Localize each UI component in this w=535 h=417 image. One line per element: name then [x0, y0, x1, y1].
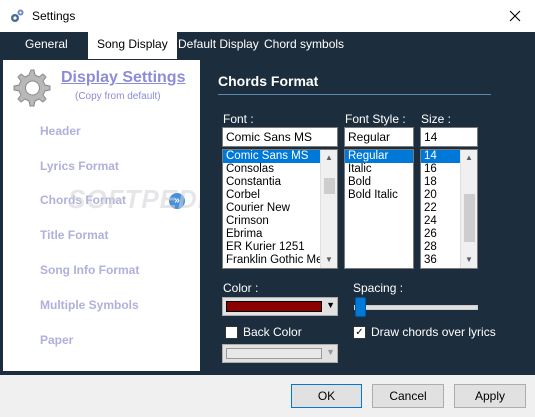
panel-title: Chords Format [218, 73, 319, 89]
scroll-up-icon[interactable]: ▲ [321, 150, 337, 166]
copy-from-default-link[interactable]: (Copy from default) [75, 91, 161, 102]
sidebar-item-chords-format[interactable]: Chords Format [40, 193, 126, 207]
settings-gear-icon [9, 8, 25, 24]
tab-song-display[interactable]: Song Display [88, 32, 177, 59]
spacing-slider-thumb[interactable] [355, 297, 366, 317]
font-label: Font : [223, 112, 254, 126]
font-style-label: Font Style : [345, 112, 406, 126]
font-list[interactable]: Comic Sans MS Consolas Constantia Corbel… [222, 149, 338, 269]
sidebar-item-song-info-format[interactable]: Song Info Format [40, 263, 139, 277]
sidebar: Display Settings (Copy from default) [3, 60, 200, 371]
cancel-button[interactable]: Cancel [372, 384, 444, 408]
font-style-list[interactable]: Regular Italic Bold Bold Italic [344, 149, 414, 269]
tab-general[interactable]: General [16, 32, 77, 57]
double-chevron-right-icon: » [169, 193, 185, 209]
spacing-label: Spacing : [353, 281, 404, 295]
sidebar-item-multiple-symbols[interactable]: Multiple Symbols [40, 298, 139, 312]
back-color-checkbox[interactable] [225, 326, 238, 339]
sidebar-item-lyrics-format[interactable]: Lyrics Format [40, 159, 119, 173]
back-color-picker[interactable]: ▼ [222, 344, 338, 363]
list-item[interactable]: Bold Italic [345, 189, 413, 202]
size-list[interactable]: 14 16 18 20 22 24 26 28 36 ▲ ▼ [420, 149, 478, 269]
title-bar: Settings [0, 0, 535, 32]
window-title: Settings [32, 9, 76, 23]
font-input[interactable]: Comic Sans MS [222, 127, 338, 147]
size-input[interactable]: 14 [420, 127, 478, 147]
sidebar-item-paper[interactable]: Paper [40, 333, 73, 347]
back-color-swatch [226, 348, 322, 359]
scroll-thumb[interactable] [464, 194, 475, 242]
scroll-thumb[interactable] [324, 178, 335, 194]
scroll-down-icon[interactable]: ▼ [461, 252, 477, 268]
sidebar-item-header[interactable]: Header [40, 124, 81, 138]
size-list-scrollbar[interactable]: ▲ ▼ [460, 150, 477, 268]
draw-chords-checkbox[interactable]: ✓ [353, 326, 366, 339]
color-picker[interactable]: ▼ [222, 297, 338, 316]
color-label: Color : [223, 281, 259, 295]
scroll-down-icon[interactable]: ▼ [321, 252, 337, 268]
gear-icon [9, 66, 53, 110]
list-item[interactable]: 14 [421, 150, 460, 163]
font-list-scrollbar[interactable]: ▲ ▼ [320, 150, 337, 268]
chevron-down-icon: ▼ [326, 300, 335, 310]
font-style-input[interactable]: Regular [344, 127, 414, 147]
sidebar-item-title-format[interactable]: Title Format [40, 228, 108, 242]
list-item[interactable]: Regular [345, 150, 413, 163]
draw-chords-label: Draw chords over lyrics [371, 325, 496, 339]
panel-divider [218, 94, 491, 95]
list-item[interactable]: Bold [345, 176, 413, 189]
spacing-slider-track[interactable] [354, 305, 478, 310]
list-item[interactable]: Italic [345, 163, 413, 176]
color-swatch [226, 301, 322, 312]
apply-button[interactable]: Apply [454, 384, 526, 408]
list-item[interactable]: Comic Sans MS [223, 150, 320, 163]
chevron-down-icon: ▼ [326, 347, 335, 357]
display-settings-link[interactable]: Display Settings [61, 69, 185, 87]
scroll-up-icon[interactable]: ▲ [461, 150, 477, 166]
tab-bar: General Song Display Default Display Cho… [0, 32, 535, 59]
ok-button[interactable]: OK [291, 384, 362, 408]
tab-chord-symbols[interactable]: Chord symbols [255, 32, 353, 57]
close-icon[interactable] [495, 0, 535, 32]
back-color-label: Back Color [243, 325, 302, 339]
size-label: Size : [421, 112, 452, 126]
tab-default-display[interactable]: Default Display [169, 32, 268, 57]
